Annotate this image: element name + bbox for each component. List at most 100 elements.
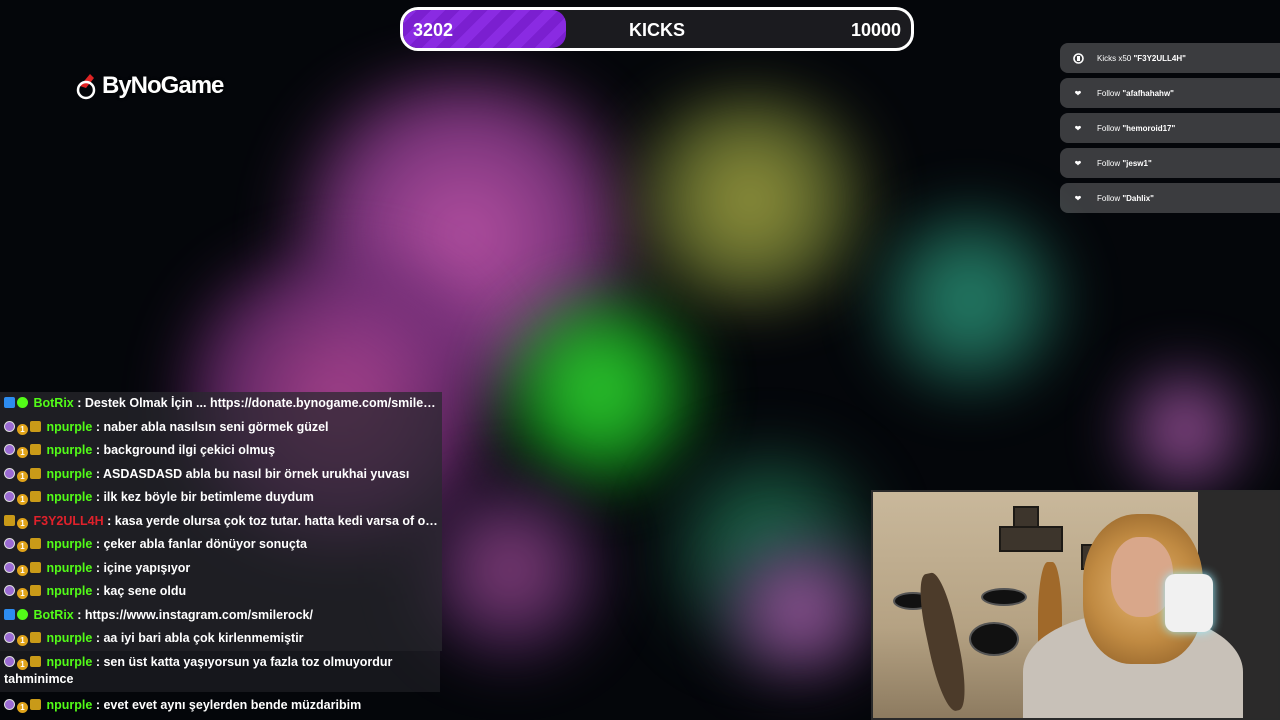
verified-badge-icon [17, 397, 28, 408]
brand-name: ByNoGame [102, 72, 224, 99]
chat-text: : çeker abla fanlar dönüyor sonuçta [95, 537, 307, 551]
event-item: ❤ Follow "afafhahahw" [1060, 78, 1280, 108]
crown-badge-icon [30, 538, 41, 549]
chat-username: npurple [46, 419, 93, 434]
crown-badge-icon [30, 699, 41, 710]
event-user: "Dahlix" [1122, 193, 1154, 203]
crown-badge-icon [30, 561, 41, 573]
crown-badge-icon [30, 585, 41, 596]
kicks-goal: 10000 [850, 20, 901, 40]
event-item: Kicks x50 "F3Y2ULL4H" [1060, 43, 1280, 73]
subscriber-badge-icon [4, 444, 15, 455]
chat-text: : evet evet aynı şeylerden bende müzdari… [95, 698, 362, 712]
subscriber-badge-icon [4, 467, 15, 479]
event-user: "F3Y2ULL4H" [1133, 53, 1186, 63]
subscriber-badge-icon [4, 491, 15, 502]
chat-message: BotRix : https://www.instagram.com/smile… [0, 603, 442, 627]
one-month-badge-icon: 1 [17, 447, 28, 458]
subscriber-badge-icon [4, 538, 15, 549]
chat-username: npurple [46, 560, 93, 575]
recent-events-panel: Kicks x50 "F3Y2ULL4H" ❤ Follow "afafhaha… [1060, 43, 1280, 218]
event-user: "afafhahahw" [1122, 88, 1174, 98]
crown-badge-icon [30, 491, 41, 502]
heart-icon: ❤ [1074, 158, 1082, 168]
subscriber-badge-icon [4, 699, 15, 710]
chat-message: 1 npurple : sen üst katta yaşıyorsun ya … [0, 650, 440, 692]
one-month-badge-icon: 1 [17, 517, 28, 529]
microphone-icon [1165, 574, 1213, 632]
one-month-badge-icon: 1 [17, 564, 28, 576]
event-user: "hemoroid17" [1122, 123, 1176, 133]
subscriber-badge-icon [4, 585, 15, 596]
chat-message: 1 npurple : içine yapışıyor [0, 556, 442, 580]
brand-logo: ByNoGame [76, 72, 224, 100]
bynogame-logo-icon [76, 74, 96, 100]
chat-username: F3Y2ULL4H [33, 513, 104, 528]
chat-message: 1 npurple : evet evet aynı şeylerden ben… [0, 698, 365, 713]
subscriber-badge-icon [4, 420, 15, 432]
kick-icon [1072, 52, 1084, 64]
chat-text: : naber abla nasılsın seni görmek güzel [95, 419, 329, 434]
one-month-badge-icon: 1 [17, 588, 28, 599]
chat-text: : https://www.instagram.com/smilerock/ [77, 607, 313, 622]
verified-badge-icon [17, 608, 28, 620]
chat-message: 1 npurple : ilk kez böyle bir betimleme … [0, 486, 442, 510]
gift-badge-icon [4, 514, 15, 526]
event-text: Follow [1097, 158, 1121, 168]
chat-message: 1 npurple : çeker abla fanlar dönüyor so… [0, 533, 442, 557]
event-text: Follow [1097, 193, 1121, 203]
chat-username: npurple [46, 466, 93, 481]
chat-message: 1 npurple : aa iyi bari abla çok kirlenm… [0, 627, 442, 651]
chat-message: 1 npurple : ASDASDASD abla bu nasıl bir … [0, 462, 442, 486]
crown-badge-icon [30, 655, 41, 667]
one-month-badge-icon: 1 [17, 658, 28, 670]
chat-text: : kasa yerde olursa çok toz tutar. hatta… [107, 513, 440, 528]
chat-username: npurple [46, 490, 93, 504]
heart-icon: ❤ [1074, 193, 1082, 203]
chat-username: npurple [46, 698, 93, 712]
crown-badge-icon [30, 420, 41, 432]
chat-username: npurple [46, 537, 93, 551]
chat-text: : kaç sene oldu [95, 584, 187, 598]
chat-message: 1 npurple : kaç sene oldu [0, 580, 442, 604]
chat-username: BotRix [33, 607, 74, 622]
bot-badge-icon [4, 608, 15, 620]
chat-username: npurple [46, 443, 93, 457]
heart-icon: ❤ [1074, 88, 1082, 98]
chat-text: : Destek Olmak İçin ... https://donate.b… [77, 396, 442, 410]
crown-badge-icon [30, 632, 41, 643]
crown-badge-icon [30, 444, 41, 455]
chat-overlay: BotRix : Destek Olmak İçin ... https://d… [0, 392, 442, 692]
event-item: ❤ Follow "jesw1" [1060, 148, 1280, 178]
chat-text: : aa iyi bari abla çok kirlenmemiştir [95, 631, 304, 645]
chat-message: 1 npurple : background ilgi çekici olmuş [0, 439, 442, 463]
kicks-goal-bar: 3202 KICKS 10000 [400, 7, 914, 51]
chat-username: npurple [46, 631, 93, 645]
heart-icon: ❤ [1074, 123, 1082, 133]
event-text: Follow [1097, 123, 1121, 133]
event-item: ❤ Follow "Dahlix" [1060, 183, 1280, 213]
chat-message: 1 npurple : naber abla nasılsın seni gör… [0, 415, 442, 439]
subscriber-badge-icon [4, 632, 15, 643]
bot-badge-icon [4, 397, 15, 408]
chat-text: : background ilgi çekici olmuş [95, 443, 276, 457]
one-month-badge-icon: 1 [17, 541, 28, 552]
webcam-feed [871, 490, 1280, 720]
chat-message: BotRix : Destek Olmak İçin ... https://d… [0, 392, 442, 416]
one-month-badge-icon: 1 [17, 635, 28, 646]
one-month-badge-icon: 1 [17, 702, 28, 713]
one-month-badge-icon: 1 [17, 423, 28, 435]
event-text: Follow [1097, 88, 1121, 98]
chat-text: : ilk kez böyle bir betimleme duydum [95, 490, 314, 504]
one-month-badge-icon: 1 [17, 494, 28, 505]
subscriber-badge-icon [4, 655, 15, 667]
chat-text: : içine yapışıyor [95, 560, 191, 575]
chat-message: 1 F3Y2ULL4H : kasa yerde olursa çok toz … [0, 509, 442, 533]
chat-text: : ASDASDASD abla bu nasıl bir örnek uruk… [95, 466, 410, 481]
subscriber-badge-icon [4, 561, 15, 573]
chat-username: BotRix [33, 396, 74, 410]
one-month-badge-icon: 1 [17, 470, 28, 482]
event-user: "jesw1" [1122, 158, 1152, 168]
event-item: ❤ Follow "hemoroid17" [1060, 113, 1280, 143]
kicks-label: KICKS [628, 20, 685, 40]
